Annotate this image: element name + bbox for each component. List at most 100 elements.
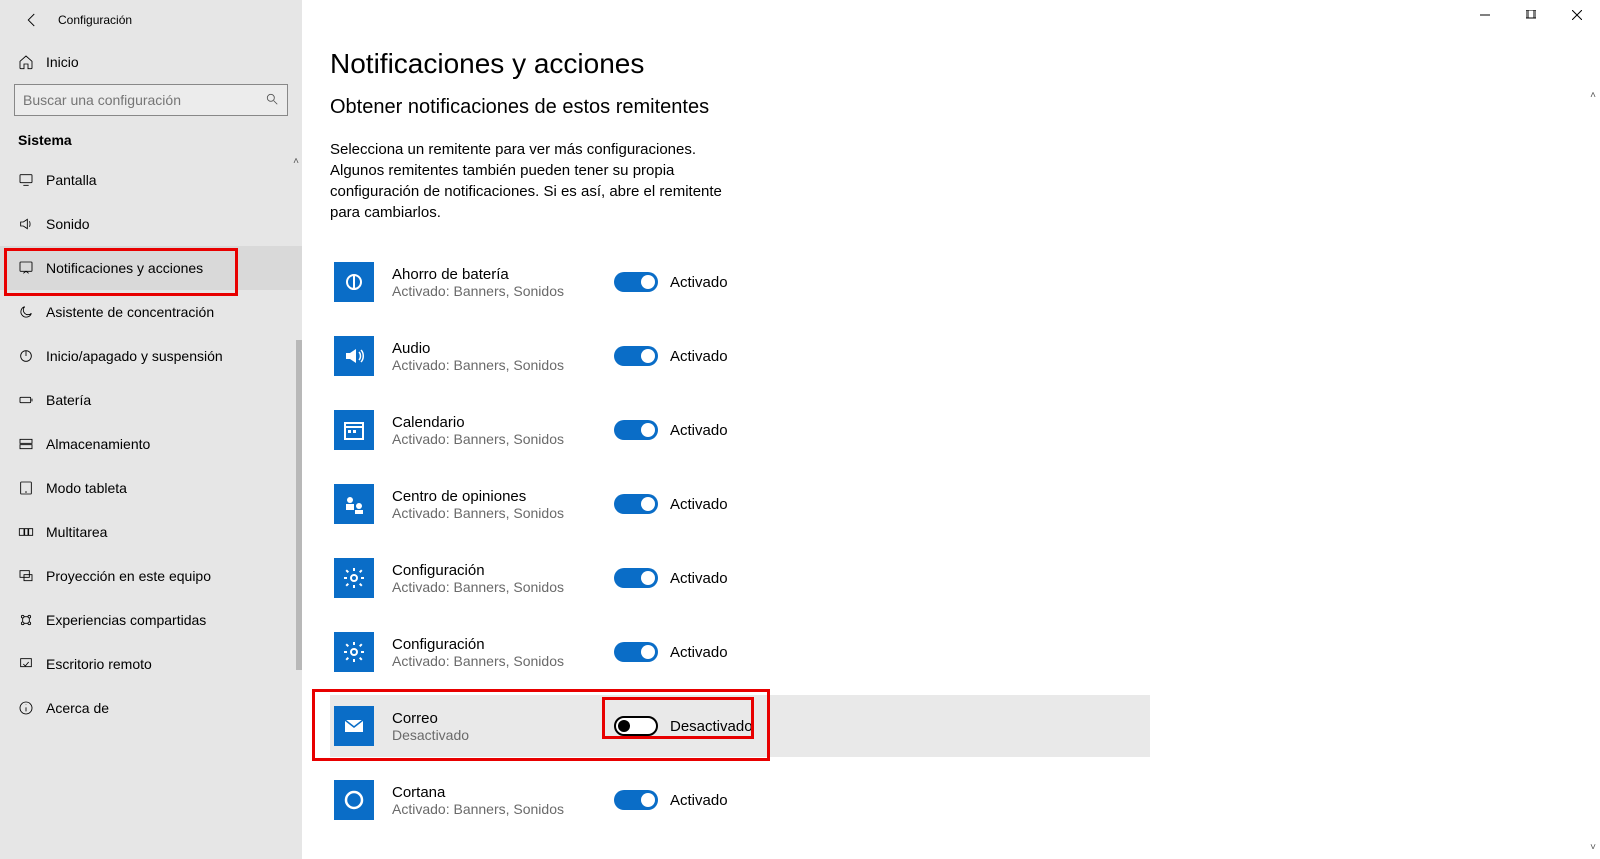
notify-icon [18,260,46,276]
sender-text: CortanaActivado: Banners, Sonidos [392,784,612,817]
sidebar-category: Sistema [0,132,302,158]
home-icon [18,54,46,70]
share-icon [18,612,46,628]
toggle-switch[interactable] [614,716,658,736]
toggle-wrap: Activado [614,346,728,366]
sender-row[interactable]: AudioActivado: Banners, SonidosActivado [330,325,1150,387]
toggle-switch[interactable] [614,494,658,514]
sender-row[interactable]: Centro de opinionesActivado: Banners, So… [330,473,1150,535]
sender-subtext: Activado: Banners, Sonidos [392,579,612,595]
sidebar-item-multitask[interactable]: Multitarea [0,510,302,554]
toggle-label: Activado [670,644,728,661]
sidebar-item-moon[interactable]: Asistente de concentración [0,290,302,334]
sidebar-item-remote[interactable]: Escritorio remoto [0,642,302,686]
sender-row[interactable]: CortanaActivado: Banners, SonidosActivad… [330,769,1150,831]
feedback-app-icon [334,484,374,524]
content-scroll-down-icon[interactable]: ˅ [1590,842,1596,853]
sender-text: Centro de opinionesActivado: Banners, So… [392,488,612,521]
toggle-wrap: Desactivado [614,716,753,736]
sidebar-item-storage[interactable]: Almacenamiento [0,422,302,466]
sidebar-item-notify[interactable]: Notificaciones y acciones [0,246,302,290]
sidebar-item-tablet[interactable]: Modo tableta [0,466,302,510]
sidebar-item-label: Sonido [46,216,90,232]
sender-name: Centro de opiniones [392,488,612,505]
storage-icon [18,436,46,452]
settings-app-icon [334,632,374,672]
sidebar-item-label: Inicio/apagado y suspensión [46,348,223,364]
toggle-wrap: Activado [614,568,728,588]
search-input[interactable] [23,92,265,108]
maximize-button[interactable] [1508,0,1554,30]
sidebar-item-battery[interactable]: Batería [0,378,302,422]
sender-subtext: Activado: Banners, Sonidos [392,283,612,299]
toggle-switch[interactable] [614,420,658,440]
sender-name: Configuración [392,636,612,653]
sidebar-item-project[interactable]: Proyección en este equipo [0,554,302,598]
sender-subtext: Activado: Banners, Sonidos [392,653,612,669]
sidebar-item-label: Batería [46,392,91,408]
search-box[interactable] [14,84,288,116]
sender-name: Calendario [392,414,612,431]
sidebar-item-label: Almacenamiento [46,436,150,452]
search-icon [265,92,279,109]
sender-text: AudioActivado: Banners, Sonidos [392,340,612,373]
sidebar-home-label: Inicio [46,54,79,70]
sender-name: Cortana [392,784,612,801]
sound-icon [18,216,46,232]
sidebar-nav: ˄ Pantalla Sonido Notificaciones y accione… [0,158,302,859]
sender-subtext: Activado: Banners, Sonidos [392,505,612,521]
sender-text: CalendarioActivado: Banners, Sonidos [392,414,612,447]
cortana-app-icon [334,780,374,820]
toggle-switch[interactable] [614,272,658,292]
sidebar-item-power[interactable]: Inicio/apagado y suspensión [0,334,302,378]
section-title: Obtener notificaciones de estos remitent… [330,96,1600,119]
toggle-switch[interactable] [614,346,658,366]
battery-icon [18,392,46,408]
sidebar-header: Configuración [0,0,302,40]
toggle-switch[interactable] [614,642,658,662]
scroll-up-icon[interactable]: ˄ [290,156,302,168]
sender-name: Ahorro de batería [392,266,612,283]
sidebar-item-label: Asistente de concentración [46,304,214,320]
toggle-wrap: Activado [614,272,728,292]
about-icon [18,700,46,716]
sender-subtext: Activado: Banners, Sonidos [392,357,612,373]
content-scroll-up-icon[interactable]: ˄ [1590,90,1596,101]
sender-list: Ahorro de bateríaActivado: Banners, Soni… [330,251,1600,831]
sender-row[interactable]: ConfiguraciónActivado: Banners, Sonidos A… [330,621,1150,683]
close-button[interactable] [1554,0,1600,30]
project-icon [18,568,46,584]
sender-subtext: Activado: Banners, Sonidos [392,431,612,447]
battery-saver-app-icon [334,262,374,302]
sidebar-home[interactable]: Inicio [0,40,302,84]
sender-row[interactable]: ConfiguraciónActivado: Banners, SonidosA… [330,547,1150,609]
back-button[interactable] [12,0,52,40]
sidebar-item-label: Acerca de [46,700,109,716]
sender-text: CorreoDesactivado [392,710,612,743]
toggle-wrap: Activado [614,420,728,440]
sender-row[interactable]: CorreoDesactivadoDesactivado [330,695,1150,757]
toggle-switch[interactable] [614,568,658,588]
page-title: Notificaciones y acciones [330,48,1600,80]
sidebar-item-sound[interactable]: Sonido [0,202,302,246]
sender-subtext: Desactivado [392,727,612,743]
calendar-app-icon [334,410,374,450]
sidebar-item-label: Pantalla [46,172,97,188]
toggle-label: Activado [670,274,728,291]
settings-app-icon [334,558,374,598]
power-icon [18,348,46,364]
audio-app-icon [334,336,374,376]
sidebar-item-label: Proyección en este equipo [46,568,211,584]
sender-row[interactable]: Ahorro de bateríaActivado: Banners, Soni… [330,251,1150,313]
main-content: ˄ ˅ Notificaciones y acciones Obtener no… [302,0,1600,859]
sidebar-item-share[interactable]: Experiencias compartidas [0,598,302,642]
toggle-switch[interactable] [614,790,658,810]
search-wrap [0,84,302,132]
sidebar-item-label: Modo tableta [46,480,127,496]
remote-icon [18,656,46,672]
minimize-button[interactable] [1462,0,1508,30]
sender-name: Audio [392,340,612,357]
sender-row[interactable]: CalendarioActivado: Banners, SonidosActi… [330,399,1150,461]
sidebar-item-about[interactable]: Acerca de [0,686,302,730]
sidebar-item-display[interactable]: Pantalla [0,158,302,202]
